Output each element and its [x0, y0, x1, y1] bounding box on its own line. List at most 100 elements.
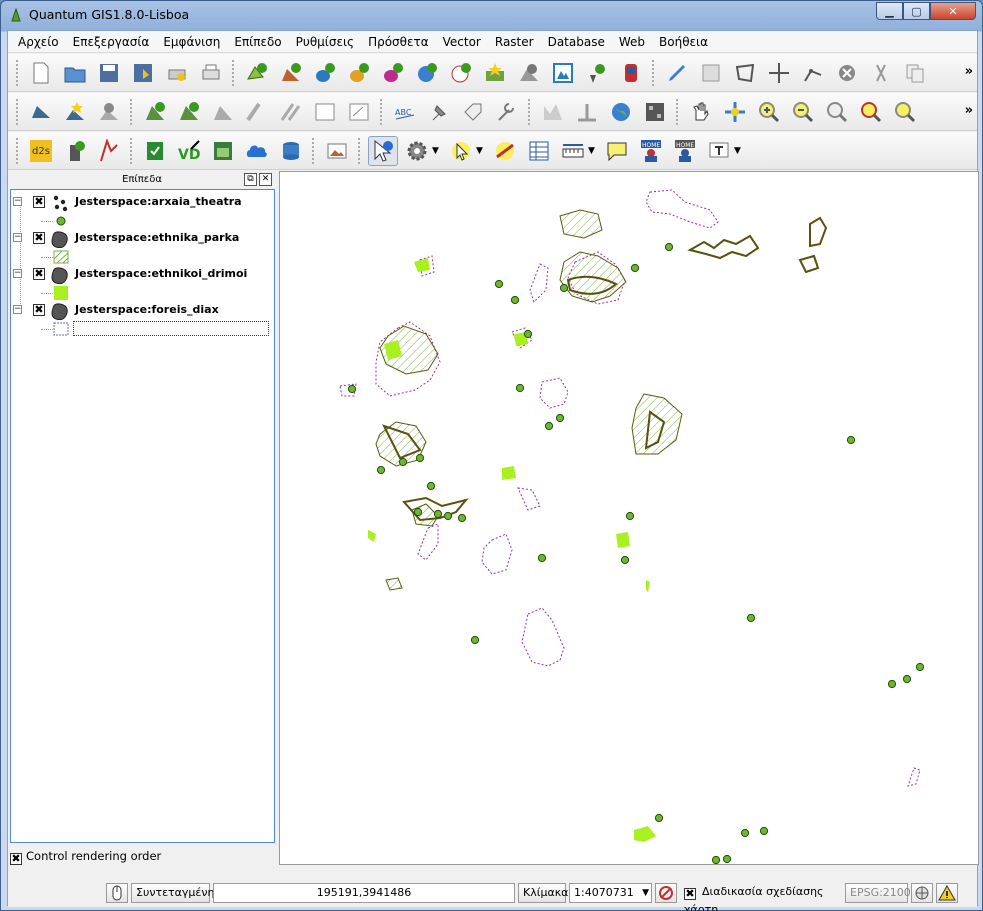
zoom-to-selection-button[interactable] — [890, 97, 920, 127]
home-plugin-1-button[interactable]: HOME — [636, 136, 666, 166]
layer-name[interactable]: Jesterspace:ethnika_parka — [75, 231, 239, 244]
layer-row[interactable]: − ✖ Jesterspace:ethnikoi_drimoi — [11, 266, 271, 284]
add-vector-layer-button[interactable] — [242, 58, 272, 88]
zoom-actual-size-button[interactable] — [822, 97, 852, 127]
map-canvas[interactable] — [279, 171, 979, 865]
control-rendering-order[interactable]: ✖ Control rendering order — [10, 849, 161, 865]
plugin-cloud-button[interactable] — [242, 136, 272, 166]
render-toggle[interactable]: ✖ Διαδικασία σχεδίασης χάρτη — [680, 883, 844, 911]
collapse-toggle[interactable]: − — [13, 233, 22, 242]
label-tool-button[interactable]: ABC — [390, 97, 420, 127]
theatre-point[interactable] — [544, 421, 554, 431]
theatre-point[interactable] — [887, 679, 897, 689]
toolbar-grip[interactable] — [358, 137, 362, 164]
raster-tool-2-button[interactable] — [572, 97, 602, 127]
digitize-tool-4-button[interactable] — [242, 97, 272, 127]
home-plugin-2-button[interactable]: HOME — [670, 136, 700, 166]
open-attribute-table-button[interactable] — [524, 136, 554, 166]
toolbar-grip[interactable] — [652, 59, 656, 86]
new-shapefile-button[interactable] — [548, 58, 578, 88]
theatre-point[interactable] — [433, 509, 443, 519]
move-feature-button[interactable] — [764, 58, 794, 88]
collapse-toggle[interactable]: − — [13, 197, 22, 206]
theatre-point[interactable] — [664, 242, 674, 252]
add-feature-button[interactable] — [798, 58, 828, 88]
delete-selected-button[interactable] — [832, 58, 862, 88]
title-bar[interactable]: Quantum GIS1.8.0-Lisboa ▁ ▢ ✕ — [1, 1, 982, 29]
menu-raster[interactable]: Raster — [489, 35, 542, 49]
menu-file[interactable]: Αρχείο — [12, 35, 67, 49]
edit-tool-2-button[interactable] — [60, 97, 90, 127]
raster-tool-1-button[interactable] — [538, 97, 568, 127]
menu-database[interactable]: Database — [542, 35, 613, 49]
theatre-point[interactable] — [555, 413, 565, 423]
toolbar-grip[interactable] — [528, 98, 532, 125]
measure-line-button[interactable] — [558, 136, 588, 166]
add-delimited-text-button[interactable] — [582, 58, 612, 88]
toolbar-grip[interactable] — [380, 98, 384, 125]
collapse-toggle[interactable]: − — [13, 305, 22, 314]
render-checkbox[interactable]: ✖ — [684, 888, 696, 900]
theatre-point[interactable] — [376, 465, 386, 475]
gps-tools-button[interactable] — [60, 136, 90, 166]
theatre-point[interactable] — [537, 553, 547, 563]
maximize-button[interactable]: ▢ — [903, 2, 930, 20]
theatre-point[interactable] — [620, 555, 630, 565]
theatre-point[interactable] — [523, 329, 533, 339]
menu-plugins[interactable]: Πρόσθετα — [362, 35, 437, 49]
theatre-point[interactable] — [415, 453, 425, 463]
messages-button[interactable] — [936, 883, 958, 903]
add-postgis-layer-button[interactable] — [310, 58, 340, 88]
layer-row[interactable]: − ✖ Jesterspace:foreis_diax — [11, 302, 271, 320]
theatre-point[interactable] — [625, 511, 635, 521]
close-panel-button[interactable]: ✕ — [259, 173, 272, 186]
save-edits-button[interactable] — [696, 58, 726, 88]
georeferencer-button[interactable] — [322, 136, 352, 166]
zoom-out-button[interactable] — [788, 97, 818, 127]
open-project-button[interactable] — [60, 58, 90, 88]
remove-layer-button[interactable] — [514, 58, 544, 88]
theatre-point[interactable] — [559, 283, 569, 293]
coordinate-field[interactable]: 195191,3941486 — [213, 883, 515, 903]
theatre-point[interactable] — [413, 507, 423, 517]
save-as-button[interactable] — [128, 58, 158, 88]
new-print-composer-button[interactable] — [162, 58, 192, 88]
toolbar-grip[interactable] — [16, 59, 20, 86]
select-dropdown-arrow[interactable]: ▼ — [476, 146, 486, 156]
crs-globe-button[interactable] — [911, 883, 933, 903]
layer-visibility-checkbox[interactable]: ✖ — [33, 232, 45, 244]
toolbar-overflow-button[interactable]: » — [965, 64, 973, 79]
plugin-table-button[interactable] — [208, 136, 238, 166]
identify-features-button[interactable] — [368, 135, 398, 166]
menu-web[interactable]: Web — [613, 35, 653, 49]
menu-edit[interactable]: Επεξεργασία — [67, 35, 158, 49]
pin-label-button[interactable] — [424, 97, 454, 127]
collapse-toggle[interactable]: − — [13, 269, 22, 278]
raster-calc-button[interactable] — [640, 97, 670, 127]
select-features-button[interactable] — [446, 136, 476, 166]
menu-settings[interactable]: Ρυθμίσεις — [290, 35, 362, 49]
digitize-tool-1-button[interactable] — [140, 97, 170, 127]
theatre-point[interactable] — [759, 826, 769, 836]
node-tool-button[interactable] — [730, 58, 760, 88]
theatre-point[interactable] — [711, 855, 721, 865]
show-hide-label-button[interactable] — [458, 97, 488, 127]
toolbar-grip[interactable] — [676, 98, 680, 125]
crs-status[interactable]: EPSG:2100 — [845, 883, 911, 903]
layer-row[interactable]: − ✖ Jesterspace:arxaia_theatra — [11, 194, 271, 212]
add-raster-layer-button[interactable] — [276, 58, 306, 88]
add-wms-layer-button[interactable] — [412, 58, 442, 88]
map-tips-button[interactable] — [602, 136, 632, 166]
theatre-point[interactable] — [902, 674, 912, 684]
zoom-in-button[interactable] — [754, 97, 784, 127]
toolbar-grip[interactable] — [232, 59, 236, 86]
theatre-point[interactable] — [510, 295, 520, 305]
print-button[interactable] — [196, 58, 226, 88]
layer-visibility-checkbox[interactable]: ✖ — [33, 268, 45, 280]
theatre-point[interactable] — [398, 457, 408, 467]
toolbar-grip[interactable] — [16, 98, 20, 125]
menu-help[interactable]: Βοήθεια — [653, 35, 716, 49]
theatre-point[interactable] — [494, 279, 504, 289]
theatre-point[interactable] — [443, 511, 453, 521]
digitize-tool-6-button[interactable] — [310, 97, 340, 127]
